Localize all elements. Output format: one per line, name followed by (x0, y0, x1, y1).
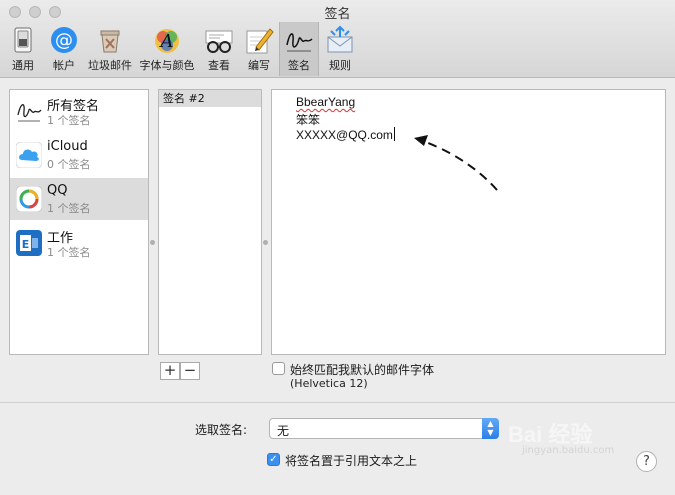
qq-mail-icon (16, 186, 42, 212)
icloud-icon (16, 142, 42, 168)
svg-text:@: @ (55, 30, 73, 51)
tab-signatures[interactable]: 签名 (279, 22, 319, 76)
trash-bin-icon (100, 30, 120, 53)
text-cursor (393, 127, 395, 141)
signature-line-name[interactable]: BbearYang (296, 95, 355, 109)
splitter-handle[interactable] (150, 240, 155, 245)
signatures-list: 签名 #2 (158, 89, 262, 355)
choose-signature-label: 选取签名: (195, 423, 248, 437)
signature-icon (286, 33, 313, 52)
choose-signature-select[interactable]: 无 ▲ ▼ (269, 418, 499, 439)
tab-viewing[interactable]: 查看 (200, 22, 238, 76)
tab-junk-mail[interactable]: 垃圾邮件 (86, 22, 134, 76)
title-bar: 签名 通用 @ 帐户 垃圾邮件 A 字体与颜色 查看 编写 签名 规则 (0, 0, 675, 78)
glasses-icon (205, 30, 233, 53)
account-qq[interactable]: QQ 1 个签名 (10, 178, 148, 220)
tab-fonts-colors[interactable]: A 字体与颜色 (138, 22, 196, 76)
tab-accounts[interactable]: @ 帐户 (44, 22, 84, 76)
at-sign-icon: @ (51, 27, 77, 53)
help-button[interactable]: ? (636, 451, 657, 472)
svg-text:E: E (22, 238, 30, 251)
preferences-window: 签名 通用 @ 帐户 垃圾邮件 A 字体与颜色 查看 编写 签名 规则 所有签名… (0, 0, 675, 495)
remove-signature-button[interactable]: − (180, 362, 200, 380)
add-signature-button[interactable]: + (160, 362, 180, 380)
account-icloud[interactable]: iCloud 0 个签名 (10, 134, 148, 176)
match-font-label: 始终匹配我默认的邮件字体 (290, 363, 435, 377)
signature-line-nickname[interactable]: 笨笨 (296, 111, 320, 128)
splitter-handle[interactable] (263, 240, 268, 245)
svg-text:A: A (159, 31, 174, 52)
account-all-signatures[interactable]: 所有签名 1 个签名 (10, 90, 148, 132)
signature-line-email[interactable]: XXXXX@QQ.com (296, 127, 395, 142)
window-title: 签名 (324, 7, 351, 22)
tab-composing[interactable]: 编写 (241, 22, 277, 76)
tab-general[interactable]: 通用 (4, 22, 42, 76)
font-color-icon: A (155, 29, 179, 53)
signature-icon (17, 104, 42, 122)
font-name-label: (Helvetica 12) (290, 377, 368, 390)
accounts-list: 所有签名 1 个签名 iCloud 0 个签名 QQ 1 个签名 E 工作 1 … (9, 89, 149, 355)
place-above-checkbox[interactable]: ✓ (267, 453, 280, 466)
signature-editor[interactable]: BbearYang 笨笨 XXXXX@QQ.com (271, 89, 666, 355)
divider (0, 402, 675, 403)
general-switch-icon (14, 27, 32, 53)
rules-envelope-icon (327, 25, 353, 53)
account-work[interactable]: E 工作 1 个签名 (10, 222, 148, 264)
tab-rules[interactable]: 规则 (322, 22, 358, 76)
annotation-arrow-icon (414, 135, 498, 191)
list-item[interactable]: 签名 #2 (159, 90, 261, 107)
place-above-label: 将签名置于引用文本之上 (285, 454, 418, 468)
match-font-checkbox[interactable] (272, 362, 285, 375)
pencil-paper-icon (246, 28, 274, 54)
chevron-updown-icon: ▲ ▼ (482, 418, 499, 439)
exchange-icon: E (16, 230, 42, 256)
watermark-url: jingyan.baidu.com (522, 445, 615, 456)
